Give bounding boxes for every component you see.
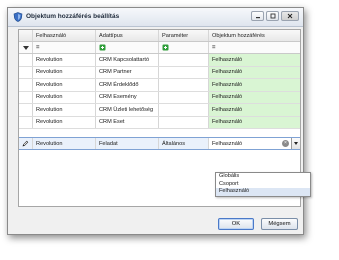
cell-type: CRM Partner: [96, 66, 159, 78]
filter-type[interactable]: [96, 42, 159, 53]
cell-type: CRM Érdeklődő: [96, 79, 159, 91]
cell-access[interactable]: Felhasználó: [209, 79, 300, 91]
cell-type: CRM Esemény: [96, 91, 159, 103]
title-bar[interactable]: Objektum hozzáférés beállítás: [8, 8, 303, 27]
filter-param[interactable]: [159, 42, 209, 53]
edit-row-indicator: [19, 138, 33, 149]
pencil-icon: [22, 140, 29, 147]
filter-user[interactable]: =: [33, 42, 96, 53]
cell-user: Revolution: [33, 116, 96, 128]
dropdown-option[interactable]: Csoport: [216, 181, 310, 189]
table-row[interactable]: Revolution CRM Érdeklődő Felhasználó: [19, 79, 300, 92]
cell-access[interactable]: Felhasználó: [209, 116, 300, 128]
dropdown-button[interactable]: [291, 138, 300, 149]
cancel-button[interactable]: Mégsem: [261, 218, 298, 230]
cell-type[interactable]: Feladat: [96, 138, 159, 149]
window-title: Objektum hozzáférés beállítás: [26, 13, 120, 20]
cell-user[interactable]: Revolution: [33, 138, 96, 149]
column-header-type[interactable]: Adattípus: [96, 30, 159, 41]
close-button[interactable]: [281, 11, 299, 21]
cell-param: [159, 79, 209, 91]
cell-param: [159, 66, 209, 78]
grid-header: Felhasználó Adattípus Paraméter Objektum…: [19, 30, 300, 42]
dialog-window: Objektum hozzáférés beállítás Felhasznál…: [7, 7, 311, 235]
row-indicator: [19, 91, 33, 103]
equals-operator: =: [212, 44, 216, 51]
table-row[interactable]: Revolution CRM Partner Felhasználó: [19, 66, 300, 79]
header-indicator-cell: [19, 30, 33, 41]
column-header-param[interactable]: Paraméter: [159, 30, 209, 41]
rule-icon: [99, 44, 106, 51]
maximize-icon: [270, 13, 275, 19]
access-combobox[interactable]: Felhasználó ×: [209, 138, 300, 149]
cell-user: Revolution: [33, 91, 96, 103]
cell-access[interactable]: Felhasználó: [209, 104, 300, 116]
access-dropdown-list: Globális Csoport Felhasználó: [215, 172, 311, 197]
row-indicator: [19, 104, 33, 116]
cell-access[interactable]: Felhasználó: [209, 54, 300, 66]
table-row[interactable]: Revolution CRM Eset Felhasználó: [19, 116, 300, 129]
ok-button[interactable]: OK: [218, 218, 254, 230]
table-row[interactable]: Revolution CRM Kapcsolattartó Felhasznál…: [19, 54, 300, 67]
rule-icon: [162, 44, 169, 51]
close-icon: [287, 13, 293, 19]
cell-type: CRM Üzleti lehetőség: [96, 104, 159, 116]
filter-icon: [22, 45, 29, 50]
minimize-button[interactable]: [251, 11, 264, 21]
minimize-icon: [255, 17, 260, 19]
filter-indicator: [19, 42, 33, 53]
cell-user: Revolution: [33, 66, 96, 78]
cell-type: CRM Kapcsolattartó: [96, 54, 159, 66]
dropdown-option-selected[interactable]: Felhasználó: [216, 188, 310, 196]
cell-access[interactable]: Felhasználó: [209, 66, 300, 78]
cell-param: [159, 104, 209, 116]
row-indicator: [19, 54, 33, 66]
table-row[interactable]: Revolution CRM Üzleti lehetőség Felhaszn…: [19, 104, 300, 117]
cell-param: [159, 116, 209, 128]
shield-icon: [13, 12, 23, 22]
column-header-user[interactable]: Felhasználó: [33, 30, 96, 41]
filter-row: = =: [19, 42, 300, 54]
cell-access[interactable]: Felhasználó: [209, 91, 300, 103]
access-grid: Felhasználó Adattípus Paraméter Objektum…: [18, 29, 311, 207]
maximize-button[interactable]: [266, 11, 279, 21]
filter-access[interactable]: =: [209, 42, 300, 53]
clear-icon[interactable]: ×: [282, 140, 289, 147]
column-header-access[interactable]: Objektum hozzáférés: [209, 30, 300, 41]
cell-param: [159, 91, 209, 103]
table-row[interactable]: Revolution CRM Esemény Felhasználó: [19, 91, 300, 104]
row-indicator: [19, 116, 33, 128]
chevron-down-icon: [294, 142, 298, 145]
combobox-value: Felhasználó: [212, 140, 243, 147]
cell-param: [159, 54, 209, 66]
cell-type: CRM Eset: [96, 116, 159, 128]
cell-user: Revolution: [33, 54, 96, 66]
row-indicator: [19, 79, 33, 91]
cell-param[interactable]: Általános: [159, 138, 209, 149]
equals-operator: =: [36, 44, 40, 51]
row-indicator: [19, 66, 33, 78]
cell-user: Revolution: [33, 104, 96, 116]
dropdown-option[interactable]: Globális: [216, 173, 310, 181]
editing-row[interactable]: Revolution Feladat Általános Felhasználó…: [19, 137, 300, 150]
cell-user: Revolution: [33, 79, 96, 91]
